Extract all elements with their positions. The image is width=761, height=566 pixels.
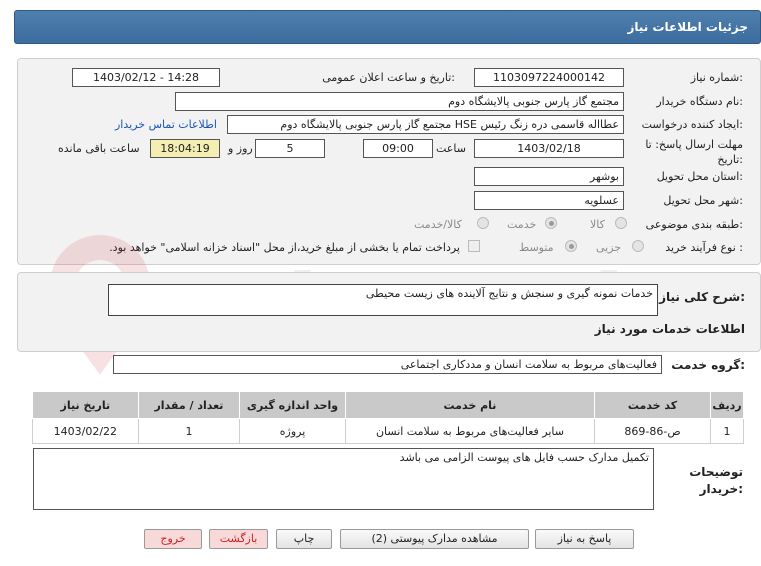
- need-number-label: شماره نیاز:: [690, 71, 743, 84]
- category-option-service: خدمت: [507, 218, 537, 231]
- category-option-goods: کالا: [590, 218, 605, 231]
- cell-need-date: 1403/02/22: [32, 418, 139, 444]
- deadline-time-field[interactable]: 09:00: [363, 139, 433, 158]
- items-table-wrap: ردیف کد خدمت نام خدمت واحد اندازه گیری ت…: [32, 391, 745, 444]
- view-attachments-button[interactable]: مشاهده مدارک پیوستی (2): [340, 529, 529, 549]
- summary-textarea[interactable]: خدمات نمونه گیری و سنجش و نتایج آلاینده …: [108, 284, 658, 316]
- province-field[interactable]: بوشهر: [474, 167, 624, 186]
- category-option-goods-service: کالا/خدمت: [414, 218, 462, 231]
- col-unit: واحد اندازه گیری: [239, 391, 346, 419]
- buyer-contact-link[interactable]: اطلاعات تماس خریدار: [115, 118, 217, 131]
- print-button[interactable]: چاپ: [276, 529, 332, 549]
- requester-label: ایجاد کننده درخواست:: [641, 118, 743, 131]
- category-radio-goods-service[interactable]: [477, 217, 489, 229]
- city-field[interactable]: عسلویه: [474, 191, 624, 210]
- page-title: جزئیات اطلاعات نیاز: [627, 20, 748, 34]
- buyer-org-field[interactable]: مجتمع گاز پارس جنوبی پالایشگاه دوم: [175, 92, 624, 111]
- process-option-medium: متوسط: [519, 241, 554, 254]
- buyer-org-label: نام دستگاه خریدار:: [656, 95, 743, 108]
- days-label: روز و: [228, 142, 253, 155]
- summary-label: شرح کلی نیاز:: [659, 290, 745, 304]
- service-group-label: گروه خدمت:: [671, 358, 745, 372]
- treasury-checkbox[interactable]: [468, 240, 480, 252]
- city-label: شهر محل تحویل:: [663, 194, 743, 207]
- table-header-row: ردیف کد خدمت نام خدمت واحد اندازه گیری ت…: [32, 391, 745, 419]
- process-radio-medium[interactable]: [565, 240, 577, 252]
- need-number-field[interactable]: 1103097224000142: [474, 68, 624, 87]
- table-row: 1 ص-86-869 سایر فعالیت‌های مربوط به سلام…: [32, 418, 745, 444]
- reply-button[interactable]: پاسخ به نیاز: [535, 529, 634, 549]
- process-option-minor: جزیی: [596, 241, 622, 254]
- remaining-time-field: 18:04:19: [150, 139, 220, 158]
- deadline-time-label: ساعت: [436, 142, 466, 155]
- requester-field[interactable]: عطااله قاسمی دره زنگ رئیس HSE مجتمع گاز …: [227, 115, 624, 134]
- col-quantity: تعداد / مقدار: [137, 391, 241, 419]
- deadline-date-field[interactable]: 1403/02/18: [474, 139, 624, 158]
- announce-field[interactable]: 1403/02/12 - 14:28: [72, 68, 220, 87]
- buyer-notes-label: توضیحات خریدار:: [689, 465, 743, 496]
- category-radio-goods[interactable]: [615, 217, 627, 229]
- category-radio-service[interactable]: [545, 217, 557, 229]
- col-row-number: ردیف: [709, 391, 745, 419]
- buyer-notes-textarea[interactable]: تکمیل مدارک حسب فایل های پیوست الزامی می…: [33, 448, 654, 510]
- col-service-name: نام خدمت: [344, 391, 596, 419]
- cell-service-code: ص-86-869: [594, 418, 711, 444]
- cell-quantity: 1: [137, 418, 241, 444]
- cell-unit: پروژه: [239, 418, 346, 444]
- col-service-code: کد خدمت: [594, 391, 711, 419]
- page-header: جزئیات اطلاعات نیاز: [14, 10, 761, 44]
- process-radio-minor[interactable]: [632, 240, 644, 252]
- category-label: طبقه بندی موضوعی:: [645, 218, 743, 231]
- cell-service-name: سایر فعالیت‌های مربوط به سلامت انسان: [344, 418, 596, 444]
- col-need-date: تاریخ نیاز: [32, 391, 139, 419]
- cell-row-number: 1: [709, 418, 745, 444]
- remaining-label: ساعت باقی مانده: [58, 142, 140, 155]
- exit-button[interactable]: خروج: [144, 529, 202, 549]
- items-table: ردیف کد خدمت نام خدمت واحد اندازه گیری ت…: [32, 391, 745, 444]
- payment-note: پرداخت تمام یا بخشی از مبلغ خرید،از محل …: [109, 241, 460, 254]
- days-field[interactable]: 5: [255, 139, 325, 158]
- service-group-field[interactable]: فعالیت‌های مربوط به سلامت انسان و مددکار…: [113, 355, 662, 374]
- services-section-title: اطلاعات خدمات مورد نیاز: [594, 322, 745, 336]
- process-label: نوع فرآیند خرید :: [665, 241, 743, 254]
- announce-label: تاریخ و ساعت اعلان عمومی:: [322, 71, 455, 84]
- province-label: استان محل تحویل:: [656, 170, 743, 183]
- back-button[interactable]: بازگشت: [209, 529, 268, 549]
- deadline-label: مهلت ارسال پاسخ: تا تاریخ:: [645, 138, 743, 166]
